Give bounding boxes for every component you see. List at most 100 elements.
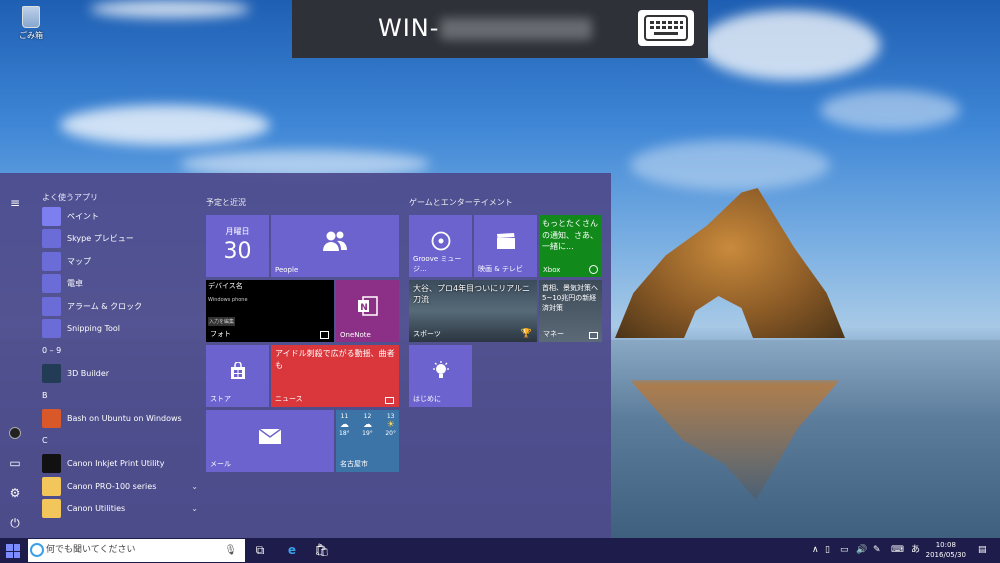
network-icon[interactable]: ▭ (840, 538, 849, 563)
folder-icon (42, 499, 61, 519)
tile-label: ニュース (275, 395, 303, 403)
app-item[interactable]: Snipping Tool (38, 318, 198, 341)
pen-icon[interactable]: ✎ (873, 538, 881, 563)
usb-icon[interactable]: ▯ (825, 538, 830, 563)
tile-group-header: ゲームとエンターテイメント (409, 198, 513, 207)
section-letter[interactable]: 0 – 9 (38, 340, 198, 363)
section-letter[interactable]: C (38, 430, 198, 453)
app-label: Snipping Tool (67, 324, 120, 334)
tile-money[interactable]: 首相、景気対策へ5~10兆円の新経済対策 マネー (539, 280, 602, 342)
tile-weather[interactable]: 11 ☁ 18° 12 ☁ 19° 13 ☀ 20° 名古屋市 (336, 410, 399, 472)
app-label: 3D Builder (67, 369, 110, 379)
app-item[interactable]: ペイント (38, 205, 198, 228)
search-box[interactable]: 何でも聞いてください 🎙 (28, 539, 245, 562)
action-center-icon[interactable]: ▤ (978, 538, 987, 563)
paint-icon (42, 206, 61, 226)
skype-icon (42, 229, 61, 249)
sports-headline: 大谷、プロ4年目ついにリアルニ刀流 (413, 284, 531, 304)
app-label: Canon PRO-100 series (67, 481, 157, 491)
app-item[interactable]: Canon Utilities ⌄ (38, 498, 198, 521)
onenote-icon: N (336, 280, 399, 332)
tile-label: Xbox (543, 266, 561, 274)
alarm-icon (42, 296, 61, 316)
tile-onenote[interactable]: N OneNote (336, 280, 399, 342)
tile-label: Groove ミュージ... (413, 255, 462, 273)
tile-get-started[interactable]: はじめに (409, 345, 472, 407)
photo-icon (320, 331, 329, 339)
app-item[interactable]: Bash on Ubuntu on Windows (38, 408, 198, 431)
app-label: マップ (67, 256, 91, 266)
weather-day-number: 13 (386, 413, 395, 420)
app-label: Skype プレビュー (67, 234, 134, 244)
tile-calendar[interactable]: 月曜日 30 (206, 215, 269, 277)
scissors-icon (42, 319, 61, 339)
app-label: ペイント (67, 211, 99, 221)
ubuntu-icon (42, 409, 61, 429)
tile-label: 映画 & テレビ (478, 265, 523, 273)
tile-label: スポーツ (413, 330, 441, 338)
tile-mail[interactable]: メール (206, 410, 334, 472)
user-avatar[interactable] (7, 425, 23, 441)
app-item[interactable]: Skype プレビュー (38, 228, 198, 251)
tile-label: フォト (210, 330, 231, 338)
map-icon (42, 251, 61, 271)
app-item[interactable]: 3D Builder (38, 363, 198, 386)
app-item[interactable]: 電卓 (38, 273, 198, 296)
tile-sports[interactable]: 大谷、プロ4年目ついにリアルニ刀流 スポーツ 🏆 (409, 280, 537, 342)
recycle-bin[interactable]: ごみ箱 (14, 6, 48, 41)
keyboard-icon (644, 15, 688, 41)
app-item[interactable]: マップ (38, 250, 198, 273)
people-icon (271, 215, 399, 267)
hamburger-icon[interactable]: ≡ (7, 195, 23, 211)
tile-label: People (275, 266, 299, 274)
tile-group-header: 予定と近況 (206, 198, 246, 207)
volume-icon[interactable]: 🔊 (856, 538, 867, 563)
clock-time: 10:08 (935, 541, 956, 549)
ime-indicator[interactable]: あ (911, 538, 920, 563)
microphone-icon[interactable]: 🎙 (224, 539, 237, 562)
app-item[interactable]: Canon Inkjet Print Utility (38, 453, 198, 476)
clock[interactable]: 10:08 2016/05/30 (926, 540, 966, 560)
photos-caption: Windows phone (208, 297, 248, 303)
start-menu: ≡ ▭ ⚙ ⏻ よく使うアプリ ペイント Skype プレビュー マップ電卓 アラーム… (0, 173, 611, 538)
recycle-bin-icon (22, 6, 40, 28)
power-icon[interactable]: ⏻ (7, 515, 23, 531)
tile-news[interactable]: アイドル刺殺で広がる動揺、曲者も ニュース (271, 345, 399, 407)
settings-gear-icon[interactable]: ⚙ (7, 485, 23, 501)
cloud-icon: ☁ (339, 420, 349, 430)
rock-arch (615, 188, 845, 338)
chevron-down-icon[interactable]: ⌄ (191, 504, 198, 513)
search-placeholder: 何でも聞いてください (46, 545, 136, 555)
app-label: Canon Inkjet Print Utility (67, 459, 165, 469)
tile-xbox[interactable]: もっとたくさんの通知、さあ、一緒に... Xbox (539, 215, 602, 277)
tile-photos[interactable]: デバイス名 Windows phone 入力を編集 フォト (206, 280, 334, 342)
task-view-icon[interactable]: ⧉ (251, 541, 269, 559)
mail-envelope-icon (206, 410, 334, 462)
weather-day: 13 ☀ 20° (385, 413, 396, 437)
tile-groove[interactable]: Groove ミュージ... (409, 215, 472, 277)
weather-temp: 18° (339, 430, 350, 437)
chevron-down-icon[interactable]: ⌄ (191, 482, 198, 491)
weather-day-number: 12 (363, 413, 372, 420)
weather-temp: 19° (362, 430, 373, 437)
app-item[interactable]: アラーム & クロック (38, 295, 198, 318)
touch-keyboard-icon[interactable]: ⌨ (891, 538, 904, 563)
file-explorer-icon[interactable]: ▭ (7, 455, 23, 471)
edge-icon[interactable]: e (283, 541, 301, 559)
recycle-bin-label: ごみ箱 (19, 31, 43, 40)
tile-people[interactable]: People (271, 215, 399, 277)
calculator-icon (42, 274, 61, 294)
keyboard-button[interactable] (638, 10, 694, 46)
show-hidden-icons[interactable]: ∧ (812, 538, 819, 563)
section-letter[interactable]: B (38, 385, 198, 408)
redacted-hostname (440, 18, 592, 40)
store-icon[interactable]: 🛍 (313, 541, 331, 559)
tile-label: ストア (210, 395, 231, 403)
weather-day: 12 ☁ 19° (362, 413, 373, 437)
tile-movies-tv[interactable]: 映画 & テレビ (474, 215, 537, 277)
app-list: よく使うアプリ ペイント Skype プレビュー マップ電卓 アラーム & クロック S… (38, 191, 198, 520)
tile-store[interactable]: ストア (206, 345, 269, 407)
app-item[interactable]: Canon PRO-100 series ⌄ (38, 475, 198, 498)
most-used-header: よく使うアプリ (42, 193, 98, 202)
windows-start-button[interactable] (6, 544, 20, 558)
